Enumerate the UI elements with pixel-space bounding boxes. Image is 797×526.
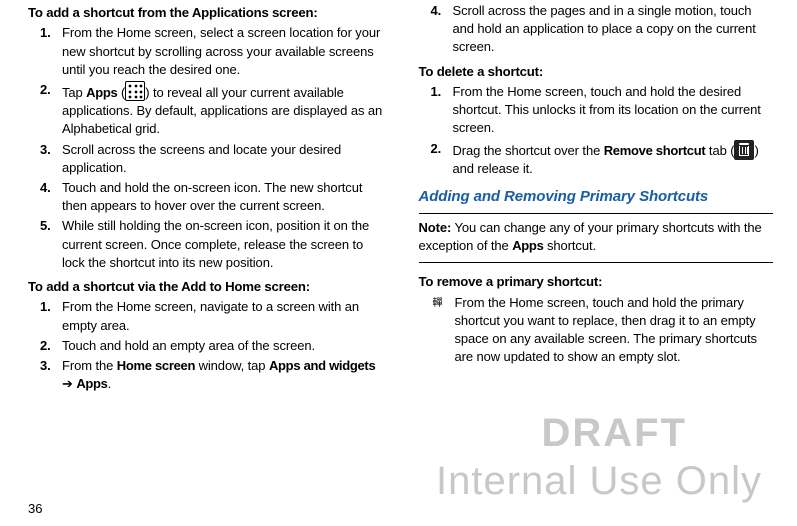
heading-add-shortcut-home: To add a shortcut via the Add to Home sc… xyxy=(28,278,383,296)
note-label: Note: xyxy=(419,220,452,235)
steps-continued: 4.Scroll across the pages and in a singl… xyxy=(431,2,774,57)
watermark-internal: Internal Use Only xyxy=(436,459,762,504)
left-column: To add a shortcut from the Applications … xyxy=(28,0,383,399)
note-text: You can change any of your primary short… xyxy=(419,220,762,253)
apps-grid-icon xyxy=(125,81,145,101)
trash-icon xyxy=(734,140,754,160)
right-column: 4.Scroll across the pages and in a singl… xyxy=(419,0,774,399)
step-text: From the Home screen, navigate to a scre… xyxy=(62,298,383,334)
steps-add-shortcut-apps: 1.From the Home screen, select a screen … xyxy=(40,24,383,271)
step-text: Touch and hold the on-screen icon. The n… xyxy=(62,179,383,215)
step-text: From the Home screen, select a screen lo… xyxy=(62,24,383,79)
step-text: Scroll across the pages and in a single … xyxy=(453,2,774,57)
heading-delete-shortcut: To delete a shortcut: xyxy=(419,63,774,81)
subheading-primary-shortcuts: Adding and Removing Primary Shortcuts xyxy=(419,186,774,207)
manual-page: To add a shortcut from the Applications … xyxy=(0,0,797,526)
step-text: While still holding the on-screen icon, … xyxy=(62,217,383,272)
heading-add-shortcut-apps: To add a shortcut from the Applications … xyxy=(28,4,383,22)
step-text: Tap Apps () to reveal all your current a… xyxy=(62,81,383,139)
step-text: Scroll across the screens and locate you… xyxy=(62,141,383,177)
bullet-text: From the Home screen, touch and hold the… xyxy=(455,294,774,367)
note-box: Note: You can change any of your primary… xyxy=(419,213,774,263)
step-text: Touch and hold an empty area of the scre… xyxy=(62,337,383,355)
watermark-draft: DRAFT xyxy=(541,411,687,456)
steps-add-shortcut-home: 1.From the Home screen, navigate to a sc… xyxy=(40,298,383,393)
step-text: From the Home screen, touch and hold the… xyxy=(453,83,774,138)
step-text: From the Home screen window, tap Apps an… xyxy=(62,357,383,393)
heading-remove-primary: To remove a primary shortcut: xyxy=(419,273,774,291)
bullets-remove-primary: 䡲From the Home screen, touch and hold th… xyxy=(433,294,774,367)
step-text: Drag the shortcut over the Remove shortc… xyxy=(453,140,774,178)
steps-delete-shortcut: 1.From the Home screen, touch and hold t… xyxy=(431,83,774,178)
page-number: 36 xyxy=(28,501,42,516)
